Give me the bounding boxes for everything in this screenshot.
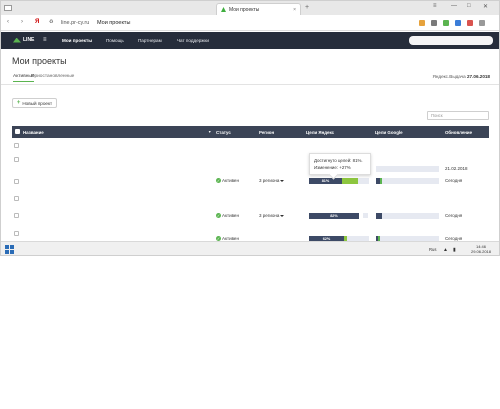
nav-help[interactable]: Помощь	[106, 38, 124, 43]
yandex-change-fill	[342, 178, 358, 184]
divider	[1, 84, 499, 85]
search-input[interactable]: Поиск	[427, 111, 489, 120]
google-goals-bar[interactable]	[376, 213, 439, 219]
tab-close-icon[interactable]: ×	[293, 7, 296, 13]
tooltip-line-2: Изменение: +27%	[314, 165, 351, 170]
os-taskbar: Rus ▲ ▮ 14:46 29.06.2018	[1, 241, 499, 255]
row-checkbox[interactable]	[14, 157, 19, 162]
status-text: Активен	[222, 213, 239, 218]
row-checkbox[interactable]	[14, 196, 19, 201]
yandex-goals-bar[interactable]: 82%	[309, 213, 359, 219]
col-status[interactable]: Статус	[216, 130, 231, 135]
updated-cell: Сегодня	[445, 178, 463, 183]
yandex-update-info: Яндекс.Выдача 27.06.2018	[433, 74, 490, 79]
tab-strip: Мои проекты × + ≡ — □ ✕	[1, 1, 499, 15]
menu-icon[interactable]: ≡	[43, 37, 47, 43]
site-navbar: LINE ≡ Мои проекты Помощь Партнерам Чат …	[1, 32, 499, 49]
user-account-area[interactable]	[409, 36, 493, 45]
yandex-logo-icon[interactable]: Я	[35, 19, 39, 25]
caret-down-icon	[280, 179, 285, 182]
forward-icon[interactable]: ›	[21, 19, 23, 25]
google-empty-marker	[363, 213, 368, 218]
nav-my-projects[interactable]: Мои проекты	[62, 38, 92, 43]
system-clock[interactable]: 14:46 29.06.2018	[471, 244, 491, 254]
status-cell: ✓ Активен	[216, 178, 239, 184]
sort-icon[interactable]: ▼	[208, 130, 211, 134]
tray-arrow-icon[interactable]: ▲	[443, 247, 448, 253]
browser-tab[interactable]: Мои проекты ×	[216, 3, 301, 15]
caret-down-icon	[280, 214, 285, 217]
updated-cell: Сегодня	[445, 213, 463, 218]
maximize-button[interactable]: □	[467, 3, 471, 9]
tab-paused[interactable]: Приостановленные	[31, 74, 74, 79]
extension-icon[interactable]	[419, 20, 425, 26]
check-icon: ✓	[216, 178, 221, 184]
google-change-fill	[380, 178, 382, 184]
row-checkbox[interactable]	[14, 231, 19, 236]
new-project-label: Новый проект	[22, 100, 53, 106]
url-page-title: Мои проекты	[97, 20, 131, 26]
tab-list-icon[interactable]	[4, 5, 12, 11]
row-checkbox[interactable]	[14, 179, 19, 184]
yandex-update-label: Яндекс.Выдача	[432, 74, 466, 79]
tooltip-line-1: Достигнуто целей: 81%.	[314, 158, 363, 163]
region-dropdown[interactable]: 3 региона	[259, 178, 285, 183]
yandex-goals-bar[interactable]: 81%	[309, 178, 369, 184]
col-yandex-goals[interactable]: Цели Яндекс	[306, 130, 334, 135]
check-icon: ✓	[216, 213, 221, 219]
extension-icon[interactable]	[467, 20, 473, 26]
browser-window: Мои проекты × + ≡ — □ ✕ ‹ › Я ♻ line.pr-…	[0, 0, 500, 256]
extension-icon[interactable]	[455, 20, 461, 26]
status-cell: ✓ Активен	[216, 213, 239, 219]
yandex-progress-fill: 81%	[309, 178, 342, 184]
download-icon[interactable]	[479, 20, 485, 26]
status-text: Активен	[222, 178, 239, 183]
plus-icon: +	[16, 100, 21, 106]
back-icon[interactable]: ‹	[7, 19, 9, 25]
clock-date: 29.06.2018	[470, 249, 491, 254]
windows-start-icon[interactable]	[5, 245, 14, 254]
col-name[interactable]: Название	[23, 130, 44, 135]
col-updated[interactable]: Обновление	[445, 130, 472, 135]
url-text[interactable]: line.pr-cy.ru	[61, 20, 89, 26]
google-goals-bar[interactable]	[376, 178, 439, 184]
row-checkbox[interactable]	[14, 213, 19, 218]
google-goals-bar	[376, 166, 439, 172]
site-logo[interactable]: LINE	[13, 37, 34, 43]
close-window-button[interactable]: ✕	[483, 3, 488, 10]
site-favicon-icon	[221, 7, 226, 12]
region-text: 3 региона	[259, 213, 280, 218]
network-icon[interactable]: ▮	[453, 247, 456, 253]
region-dropdown[interactable]: 3 региона	[259, 213, 285, 218]
hamburger-menu-icon[interactable]: ≡	[433, 3, 437, 9]
google-progress-fill	[376, 213, 382, 219]
nav-support-chat[interactable]: Чат поддержки	[177, 38, 209, 43]
select-all-checkbox[interactable]	[15, 129, 20, 134]
new-project-button[interactable]: + Новый проект	[12, 98, 57, 108]
extension-icon[interactable]	[443, 20, 449, 26]
table-header: Название ▼ Статус Регион Цели Яндекс Цел…	[12, 126, 489, 138]
new-tab-button[interactable]: +	[305, 4, 309, 11]
language-indicator[interactable]: Rus	[429, 247, 436, 252]
logo-text: LINE	[23, 37, 35, 43]
progress-tooltip: Достигнуто целей: 81%. Изменение: +27%	[309, 153, 371, 175]
address-bar: ‹ › Я ♻ line.pr-cy.ru Мои проекты	[1, 15, 499, 31]
nav-partners[interactable]: Партнерам	[138, 38, 162, 43]
logo-mountain-icon	[13, 37, 21, 43]
yandex-update-date: 27.06.2018	[467, 74, 490, 79]
protect-icon: ♻	[49, 19, 54, 25]
updated-cell: 21.02.2018	[445, 166, 468, 171]
col-region[interactable]: Регион	[259, 130, 274, 135]
region-text: 3 региона	[259, 178, 280, 183]
yandex-progress-fill: 82%	[309, 213, 359, 219]
minimize-button[interactable]: —	[451, 3, 457, 9]
tab-title: Мои проекты	[229, 6, 260, 13]
page-title: Мои проекты	[12, 56, 67, 66]
col-google-goals[interactable]: Цели Google	[375, 130, 403, 135]
row-checkbox[interactable]	[14, 143, 19, 148]
extension-icon[interactable]	[431, 20, 437, 26]
